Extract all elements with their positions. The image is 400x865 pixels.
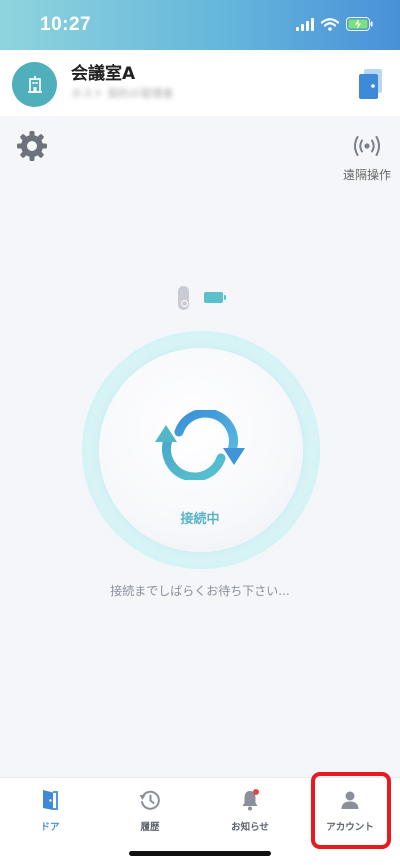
cellular-signal-icon [296, 17, 314, 31]
wireless-signal-icon[interactable] [352, 135, 382, 157]
room-subtitle: ホスト 契約の管理者 [71, 87, 174, 100]
wifi-icon [321, 17, 339, 31]
connecting-status-label: 接続中 [180, 512, 220, 527]
room-header: 会議室A ホスト 契約の管理者 [0, 50, 400, 116]
door-icon [43, 790, 58, 810]
remote-operation-label[interactable]: 遠隔操作 [343, 166, 391, 183]
bell-icon [242, 789, 259, 811]
battery-icon [204, 292, 226, 303]
room-title: 会議室A [71, 64, 136, 84]
status-time: 10:27 [40, 14, 92, 35]
tab-door[interactable]: ドア [0, 778, 100, 848]
account-tab-highlight [311, 772, 391, 849]
device-status [178, 286, 230, 310]
office-building-icon [27, 75, 42, 93]
sync-icon [155, 410, 245, 480]
tab-door-label: ドア [40, 822, 60, 833]
tab-history[interactable]: 履歴 [100, 778, 200, 848]
tab-history-label: 履歴 [140, 822, 160, 833]
history-clock-icon [139, 790, 160, 810]
tab-notifications[interactable]: お知らせ [200, 778, 300, 848]
room-avatar [12, 62, 57, 107]
status-bar: 10:27 [0, 0, 400, 50]
smart-lock-icon [178, 286, 189, 310]
wait-message: 接続までしばらくお待ち下さい... [110, 584, 290, 598]
home-indicator [129, 851, 271, 856]
status-icons [296, 17, 374, 31]
tab-notifications-label: お知らせ [231, 822, 269, 833]
door-switch-icon[interactable] [358, 68, 384, 100]
gear-icon[interactable] [16, 130, 48, 162]
battery-charging-icon [346, 17, 373, 31]
